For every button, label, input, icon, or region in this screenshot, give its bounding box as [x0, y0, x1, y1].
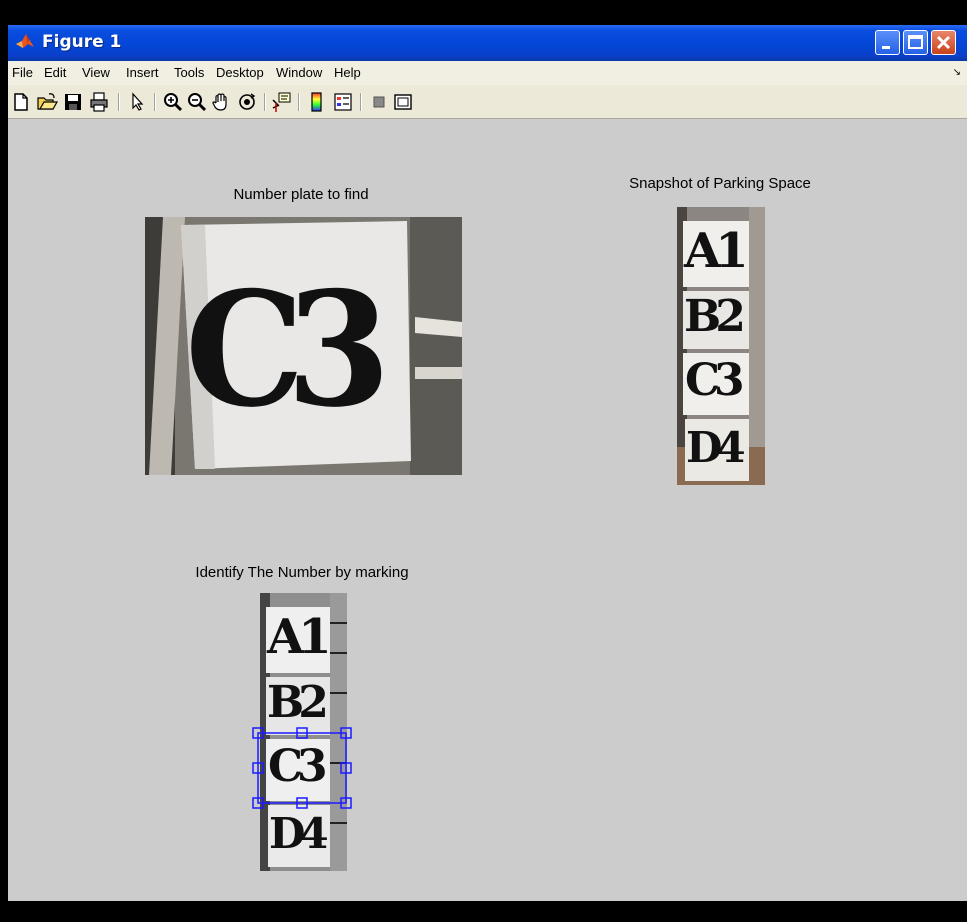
toolbar-separator: [154, 93, 156, 111]
toolbar-separator: [360, 93, 362, 111]
save-figure-icon[interactable]: [62, 91, 84, 113]
rotate-3d-icon[interactable]: [236, 91, 258, 113]
parking-plate-d4-text: D4: [686, 423, 746, 472]
insert-colorbar-icon[interactable]: [306, 91, 328, 113]
parking-plate-c3: C3: [683, 353, 749, 415]
parking-snapshot-image: A1 B2 C3 D4: [677, 207, 765, 485]
menu-view[interactable]: View: [82, 65, 110, 80]
parking-plate-a1: A1: [683, 221, 749, 287]
pan-hand-icon[interactable]: [210, 91, 232, 113]
parking-plate-a1-text: A1: [684, 223, 749, 279]
target-plate-title: Number plate to find: [233, 186, 369, 203]
target-plate-text: C3: [185, 257, 391, 443]
identify-plate-a1-text: A1: [267, 609, 332, 665]
menu-bar: File Edit View Insert Tools Desktop Wind…: [8, 61, 967, 85]
identify-plate-d4: D4: [268, 805, 330, 867]
toolbar-separator: [264, 93, 266, 111]
matlab-logo-icon: [16, 34, 34, 48]
identify-plate-d4-text: D4: [269, 809, 329, 858]
parking-snapshot-title: Snapshot of Parking Space: [629, 175, 811, 192]
minimize-button[interactable]: [875, 30, 900, 55]
toolbar-separator: [118, 93, 120, 111]
zoom-out-icon[interactable]: [186, 91, 208, 113]
print-figure-icon[interactable]: [88, 91, 110, 113]
parking-plate-c3-text: C3: [685, 355, 745, 406]
screen: { "window": { "title": "Figure 1" }, "me…: [0, 0, 967, 922]
insert-legend-icon[interactable]: [332, 91, 354, 113]
dock-figure-button[interactable]: ↘: [953, 67, 961, 78]
menu-tools[interactable]: Tools: [174, 65, 204, 80]
close-icon: [936, 35, 951, 50]
minimize-icon: [882, 46, 890, 49]
maximize-button[interactable]: [903, 30, 928, 55]
window-title: Figure 1: [42, 32, 122, 52]
identify-plate-a1: A1: [266, 607, 332, 673]
open-file-icon[interactable]: [36, 91, 58, 113]
close-button[interactable]: [931, 30, 956, 55]
menu-desktop[interactable]: Desktop: [216, 65, 264, 80]
parking-plate-d4: D4: [685, 419, 749, 481]
figure-toolbar: [8, 85, 967, 119]
menu-edit[interactable]: Edit: [44, 65, 66, 80]
show-plot-tools-icon[interactable]: [392, 91, 414, 113]
maximize-icon: [908, 35, 923, 49]
identify-plate-b2-text: B2: [267, 677, 329, 728]
new-figure-icon[interactable]: [10, 91, 32, 113]
identify-title: Identify The Number by marking: [195, 564, 409, 581]
data-cursor-icon[interactable]: [270, 91, 292, 113]
edit-plot-arrow-icon[interactable]: [126, 91, 148, 113]
menu-window[interactable]: Window: [276, 65, 322, 80]
toolbar-separator: [298, 93, 300, 111]
parking-plate-b2: B2: [683, 291, 749, 349]
parking-plate-b2-text: B2: [684, 291, 746, 342]
selection-rectangle[interactable]: [252, 725, 357, 813]
menu-insert[interactable]: Insert: [126, 65, 159, 80]
zoom-in-icon[interactable]: [162, 91, 184, 113]
figure-window: Figure 1 File Edit View Insert Tools Des…: [8, 25, 967, 901]
title-bar[interactable]: Figure 1: [8, 25, 967, 61]
menu-file[interactable]: File: [12, 65, 33, 80]
hide-plot-tools-icon[interactable]: [368, 91, 390, 113]
menu-help[interactable]: Help: [334, 65, 361, 80]
target-plate-image: C3: [145, 217, 462, 475]
